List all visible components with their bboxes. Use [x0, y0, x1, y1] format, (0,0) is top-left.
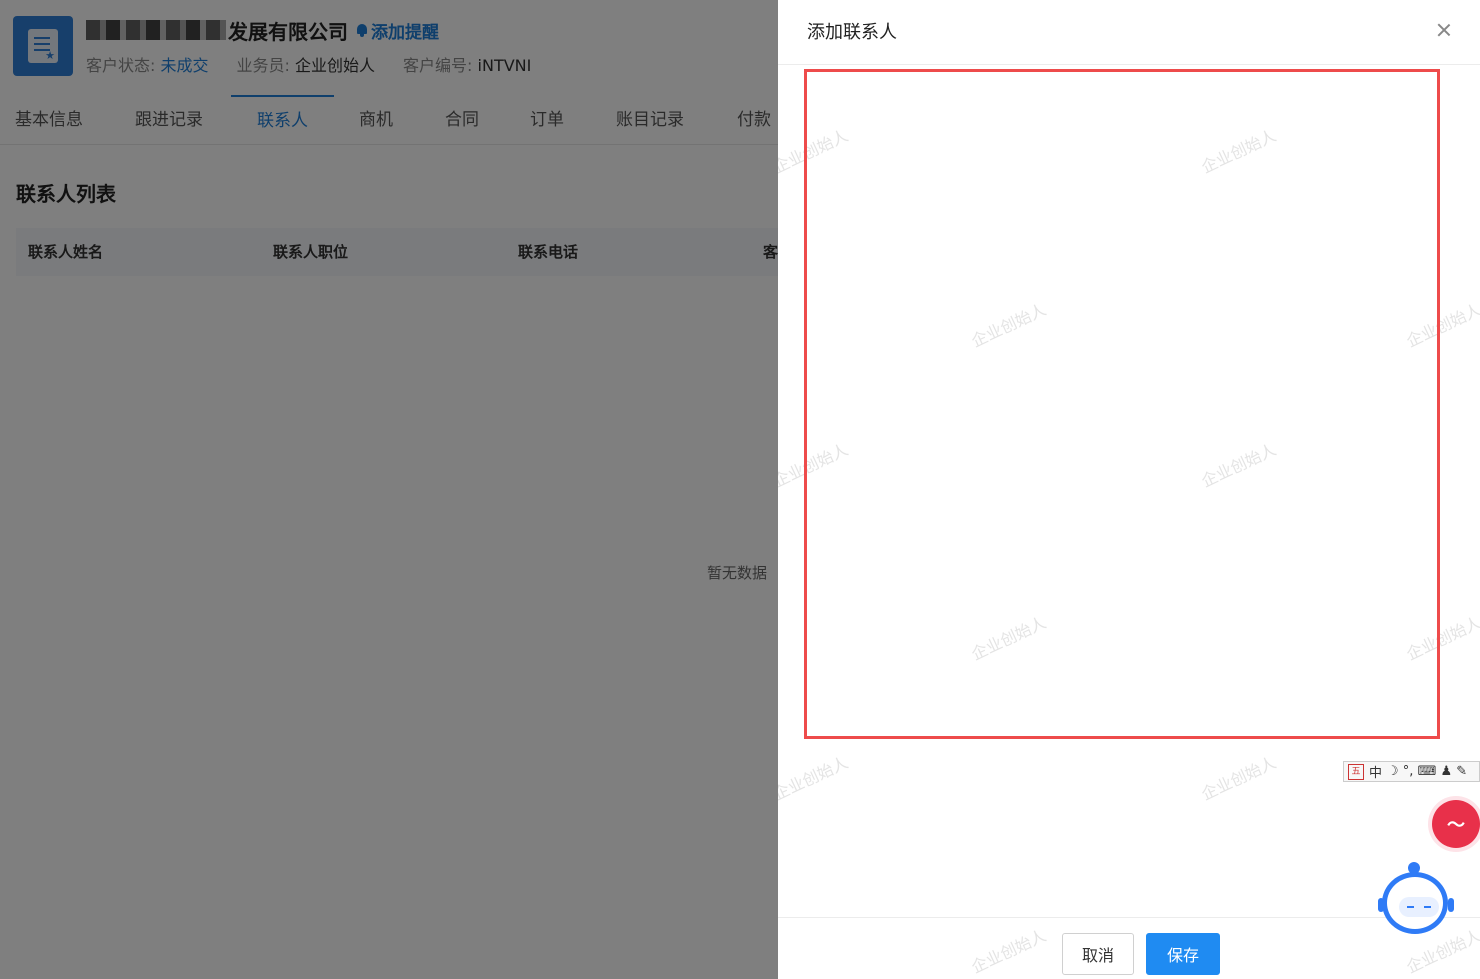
ime-tool-icons[interactable]: ☽ °, ⌨ ♟ ✎	[1387, 764, 1467, 779]
drawer-header: 添加联系人	[778, 0, 1480, 65]
ime-logo-icon: 五	[1348, 763, 1364, 780]
drawer-title: 添加联系人	[807, 22, 897, 43]
add-contact-drawer: 企业创始人 企业创始人 企业创始人 企业创始人 企业创始人 企业创始人 企业创始…	[778, 0, 1480, 979]
close-icon[interactable]	[1434, 20, 1454, 40]
drawer-footer: 取消 保存	[778, 917, 1480, 979]
ime-toolbar[interactable]: 五 中 ☽ °, ⌨ ♟ ✎	[1343, 761, 1480, 782]
floating-app-icon[interactable]: 〜	[1432, 800, 1480, 848]
save-button[interactable]: 保存	[1146, 933, 1220, 975]
cancel-button[interactable]: 取消	[1062, 933, 1134, 975]
assistant-robot-icon[interactable]	[1378, 862, 1454, 938]
watermark: 企业创始人	[778, 752, 851, 804]
watermark: 企业创始人	[1198, 752, 1279, 804]
form-area-highlight	[804, 69, 1440, 739]
ime-mode-label[interactable]: 中	[1369, 762, 1382, 781]
